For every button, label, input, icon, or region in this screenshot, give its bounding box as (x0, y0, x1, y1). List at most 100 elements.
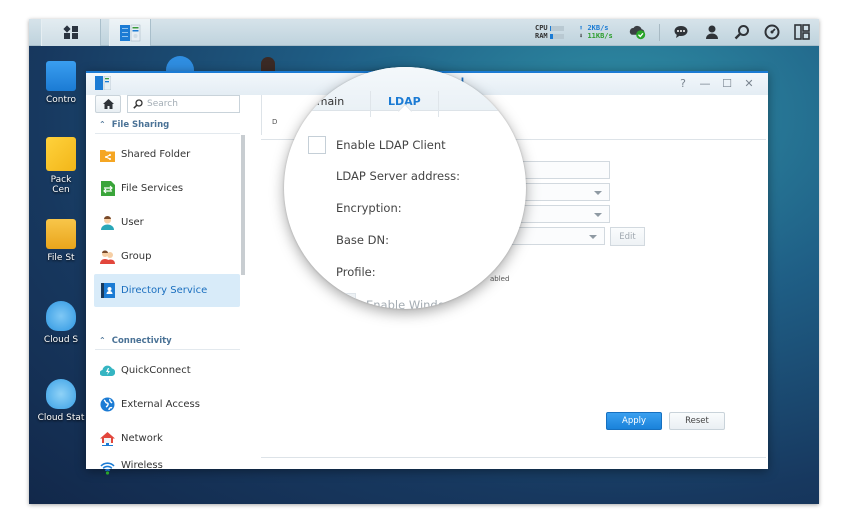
widgets-button[interactable] (763, 23, 781, 41)
search-field[interactable] (127, 95, 240, 113)
desktop-icon-cloud-station[interactable]: Cloud Stat (31, 379, 91, 423)
minimize-button[interactable]: — (698, 77, 712, 90)
tray-separator (659, 24, 660, 41)
reset-button[interactable]: Reset (669, 412, 725, 430)
resource-monitor[interactable]: CPU RAM (535, 24, 564, 40)
enable-windows-checkbox[interactable] (338, 293, 356, 309)
section-connectivity[interactable]: ⌃ Connectivity (95, 332, 240, 350)
search-input[interactable] (147, 99, 232, 109)
profile-label: Profile: (336, 265, 376, 279)
main-menu-icon (63, 25, 78, 40)
control-panel-icon (95, 76, 111, 90)
desktop-icon-package-center[interactable]: Pack Cen (31, 137, 91, 195)
tab-separator (370, 91, 371, 117)
magnifier-lens: omain LDAP Enable LDAP Client LDAP Serve… (284, 67, 526, 309)
sidebar-scrollbar[interactable] (241, 135, 245, 275)
ldap-server-address-label: LDAP Server address: (336, 169, 460, 183)
main-menu-button[interactable] (41, 19, 101, 46)
ram-bar (549, 33, 564, 39)
close-button[interactable]: ✕ (742, 77, 756, 90)
tab-bar: omain LDAP (284, 67, 526, 119)
wireless-icon (100, 460, 115, 475)
sidebar-item-directory-service[interactable]: Directory Service (94, 274, 240, 307)
enable-ldap-client-label: Enable LDAP Client (336, 138, 446, 152)
taskbar: CPU RAM ⬆ 2KB/s ⬇ 11KB/s (29, 19, 819, 46)
desktop-icon-label: Contro (45, 95, 77, 105)
chevron-up-icon: ⌃ (99, 336, 106, 345)
sidebar-item-label: File Services (121, 183, 184, 194)
section-file-sharing[interactable]: ⌃ File Sharing (95, 116, 240, 134)
sidebar-item-label: Wireless (121, 460, 163, 471)
edit-profile-button[interactable]: Edit (610, 227, 645, 246)
sidebar-item-quickconnect[interactable]: QuickConnect (94, 354, 240, 387)
cloud-sync-status-icon (629, 25, 646, 40)
taskbar-control-panel-button[interactable] (109, 19, 151, 46)
sidebar-item-user[interactable]: User (94, 206, 240, 239)
desktop-icon-file-station[interactable]: File St (31, 219, 91, 263)
widgets-icon (764, 24, 780, 40)
network-icon (100, 431, 115, 446)
upload-arrow-icon: ⬆ (579, 24, 584, 32)
sidebar-item-label: Network (121, 433, 163, 444)
quickconnect-icon (100, 363, 115, 378)
section-label: File Sharing (111, 119, 170, 130)
subtab-partial[interactable]: D (272, 118, 277, 126)
sidebar-item-wireless[interactable]: Wireless (94, 456, 240, 478)
desktop-icon-control-panel[interactable]: Contro (31, 61, 91, 105)
sidebar-item-external-access[interactable]: External Access (94, 388, 240, 421)
sidebar-item-label: Directory Service (121, 285, 208, 296)
enabled-note: abled (490, 275, 510, 283)
package-center-icon (46, 137, 76, 171)
sidebar-item-label: QuickConnect (121, 365, 191, 376)
desktop-icon-label: Cloud S (43, 335, 79, 345)
footer-divider (261, 457, 766, 458)
desktop-icon-cloud-sync[interactable]: Cloud S (31, 301, 91, 345)
enable-windows-label: Enable Window (366, 298, 455, 309)
desktop-icon-avatar-partial[interactable] (261, 57, 275, 71)
window-layout-button[interactable] (793, 23, 811, 41)
user-icon (706, 25, 718, 39)
apply-button[interactable]: Apply (606, 412, 662, 430)
search-button[interactable] (733, 23, 751, 41)
user-menu-button[interactable] (703, 23, 721, 41)
sidebar-item-shared-folder[interactable]: Shared Folder (94, 138, 240, 171)
section-label: Connectivity (111, 335, 172, 346)
sidebar-item-group[interactable]: Group (94, 240, 240, 273)
sidebar-item-file-services[interactable]: File Services (94, 172, 240, 205)
sidebar: ⌃ File Sharing Shared Folder File Servic… (86, 95, 248, 475)
chevron-down-icon (594, 213, 602, 217)
desktop-icon-label: File St (47, 253, 75, 263)
desktop: CPU RAM ⬆ 2KB/s ⬇ 11KB/s Contro Pack Cen… (29, 19, 819, 504)
desktop-icon-cloud-partial[interactable] (166, 56, 194, 72)
tab-divider (261, 95, 262, 135)
external-access-icon (100, 397, 115, 412)
maximize-button[interactable]: ☐ (720, 77, 734, 90)
file-station-icon (46, 219, 76, 249)
enable-ldap-client-checkbox[interactable] (308, 136, 326, 154)
search-icon (133, 99, 143, 109)
desktop-icon-label: Pack (50, 175, 72, 185)
tab-domain[interactable]: omain (310, 95, 344, 108)
control-panel-icon (46, 61, 76, 91)
shared-folder-icon (100, 147, 115, 162)
cloud-station-icon (46, 379, 76, 409)
chevron-up-icon: ⌃ (99, 120, 106, 129)
chevron-down-icon (589, 235, 597, 239)
cpu-label: CPU (535, 24, 548, 32)
cloud-sync-status-button[interactable] (629, 23, 647, 41)
download-arrow-icon: ⬇ (579, 32, 584, 40)
home-button[interactable] (95, 95, 121, 113)
sidebar-item-label: Group (121, 251, 152, 262)
sidebar-item-label: External Access (121, 399, 200, 410)
file-services-icon (100, 181, 115, 196)
chevron-down-icon (594, 191, 602, 195)
user-icon (100, 215, 115, 230)
control-panel-icon (120, 24, 141, 41)
cloud-sync-icon (46, 301, 76, 331)
download-speed: 11KB/s (587, 32, 613, 40)
sidebar-item-network[interactable]: Network (94, 422, 240, 455)
notifications-button[interactable] (672, 23, 690, 41)
ram-label: RAM (535, 32, 548, 40)
cpu-bar (549, 25, 564, 31)
help-button[interactable]: ? (676, 77, 690, 90)
